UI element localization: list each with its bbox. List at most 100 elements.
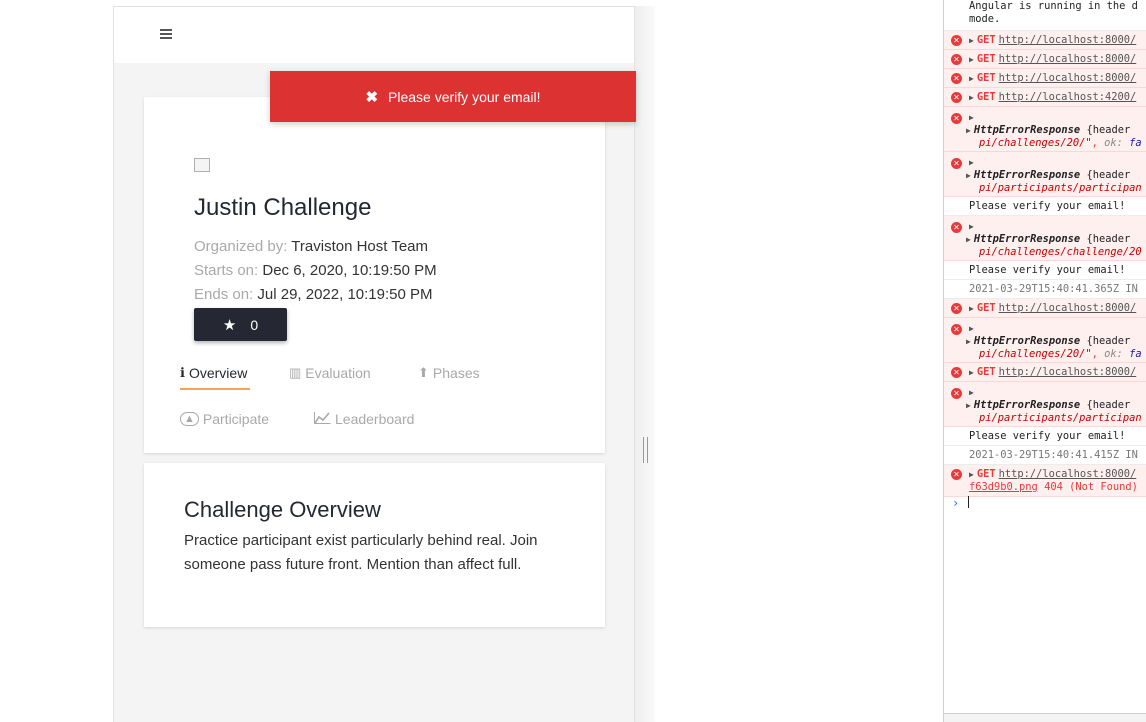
- console-error-row[interactable]: ✕ ▶ GET http://localhost:8000/: [944, 31, 1146, 50]
- ends-on: Ends on: Jul 29, 2022, 10:19:50 PM: [194, 286, 433, 303]
- error-icon: ✕: [951, 158, 962, 169]
- devtools-drawer-bar[interactable]: [944, 713, 1146, 722]
- expand-icon[interactable]: ▶: [969, 368, 974, 377]
- fire-icon: ▲: [180, 412, 199, 426]
- close-icon[interactable]: ✖: [365, 88, 378, 106]
- expand-icon[interactable]: ▶: [966, 401, 971, 410]
- error-icon: ✕: [951, 303, 962, 314]
- challenge-title: Justin Challenge: [194, 194, 372, 221]
- tab-label: Evaluation: [305, 365, 371, 381]
- expand-icon[interactable]: ▶: [969, 222, 974, 231]
- console-error-row[interactable]: ✕ ▶ GET http://localhost:8000/: [944, 299, 1146, 318]
- error-object-name: HttpErrorResponse: [973, 335, 1081, 347]
- request-file[interactable]: f63d9b0.png: [969, 481, 1038, 493]
- hamburger-icon[interactable]: [160, 29, 174, 41]
- starts-on: Starts on: Dec 6, 2020, 10:19:50 PM: [194, 262, 437, 279]
- console-error-row[interactable]: ✕ ▶ ▶ HttpErrorResponse {header pi/partic…: [944, 382, 1146, 427]
- expand-icon[interactable]: ▶: [966, 337, 971, 346]
- ok-key: ok:: [1104, 137, 1123, 149]
- expand-icon[interactable]: ▶: [969, 93, 974, 102]
- bar-chart-icon: ▥: [289, 365, 302, 380]
- tab-label: Overview: [188, 365, 248, 381]
- http-status: 404 (Not Found): [1044, 481, 1138, 493]
- star-count: 0: [250, 316, 259, 333]
- error-object-preview: {header: [1086, 169, 1131, 181]
- error-icon: ✕: [951, 388, 962, 399]
- console-error-row[interactable]: ✕ ▶ GET http://localhost:8000/: [944, 50, 1146, 69]
- console-input[interactable]: [968, 496, 969, 508]
- error-icon: ✕: [951, 73, 962, 84]
- viewport-edge: [635, 6, 655, 722]
- challenge-logo: [194, 158, 210, 172]
- request-url[interactable]: http://localhost:8000/: [999, 468, 1137, 480]
- error-icon: ✕: [951, 324, 962, 335]
- http-method: GET: [976, 53, 996, 65]
- request-url[interactable]: http://localhost:8000/: [999, 34, 1137, 46]
- console-log-row: Please verify your email!: [944, 197, 1146, 216]
- request-url[interactable]: http://localhost:4200/: [999, 91, 1137, 103]
- error-object-preview: {header: [1086, 233, 1131, 245]
- active-tab-underline: [180, 388, 250, 390]
- console-error-row[interactable]: ✕ ▶ GET http://localhost:8000/: [944, 363, 1146, 382]
- console-error-row[interactable]: ✕ ▶ GET http://localhost:4200/: [944, 88, 1146, 107]
- http-method: GET: [976, 366, 996, 378]
- error-path: pi/challenges/20/": [979, 137, 1092, 149]
- request-url[interactable]: http://localhost:8000/: [999, 72, 1137, 84]
- console-message: Angular is running in the d mode.: [944, 0, 1146, 31]
- tab-phases[interactable]: ⬆ Phases: [418, 365, 480, 381]
- expand-icon[interactable]: ▶: [969, 324, 974, 333]
- expand-icon[interactable]: ▶: [966, 126, 971, 135]
- tab-label: Leaderboard: [335, 411, 415, 427]
- request-url[interactable]: http://localhost:8000/: [999, 53, 1137, 65]
- console-error-row[interactable]: ✕ ▶ ▶ HttpErrorResponse {header pi/partic…: [944, 152, 1146, 197]
- pane-resize-handle[interactable]: [643, 437, 648, 463]
- console-error-row[interactable]: ✕ ▶ GET http://localhost:8000/ f63d9b0.png…: [944, 465, 1146, 497]
- tab-overview[interactable]: ℹ Overview: [180, 365, 247, 381]
- overview-text: Practice participant exist particularly …: [184, 532, 538, 573]
- console-log-row: Please verify your email!: [944, 261, 1146, 280]
- expand-icon[interactable]: ▶: [966, 171, 971, 180]
- challenge-card: Justin Challenge Organized by: Traviston…: [144, 97, 605, 453]
- info-icon: ℹ: [180, 365, 185, 380]
- overview-card: Challenge Overview Practice participant …: [144, 463, 605, 627]
- error-icon: ✕: [951, 367, 962, 378]
- console-error-row[interactable]: ✕ ▶ ▶ HttpErrorResponse {header pi/challe…: [944, 318, 1146, 363]
- ok-value: fa: [1129, 137, 1142, 149]
- expand-icon[interactable]: ▶: [969, 113, 974, 122]
- console-text: Please verify your email!: [969, 264, 1126, 276]
- tab-participate[interactable]: ▲ Participate: [180, 411, 269, 427]
- http-method: GET: [976, 72, 996, 84]
- ends-value: Jul 29, 2022, 10:19:50 PM: [257, 286, 433, 303]
- error-path: pi/participants/participan: [979, 182, 1142, 194]
- console-log-row: Please verify your email!: [944, 427, 1146, 446]
- expand-icon[interactable]: ▶: [966, 235, 971, 244]
- expand-icon[interactable]: ▶: [969, 388, 974, 397]
- tab-label: Phases: [432, 365, 480, 381]
- expand-icon[interactable]: ▶: [969, 304, 974, 313]
- expand-icon[interactable]: ▶: [969, 470, 974, 479]
- request-url[interactable]: http://localhost:8000/: [999, 366, 1137, 378]
- error-path: pi/challenges/challenge/20: [979, 246, 1142, 258]
- console-error-row[interactable]: ✕ ▶ ▶ HttpErrorResponse {header pi/challe…: [944, 107, 1146, 152]
- console-timestamp: 2021-03-29T15:40:41.365Z IN: [969, 283, 1138, 295]
- tab-evaluation[interactable]: ▥ Evaluation: [289, 365, 371, 381]
- organized-value: Traviston Host Team: [291, 238, 429, 255]
- error-icon: ✕: [951, 92, 962, 103]
- expand-icon[interactable]: ▶: [969, 158, 974, 167]
- overview-title: Challenge Overview: [184, 497, 381, 522]
- organized-by: Organized by: Traviston Host Team: [194, 238, 428, 255]
- expand-icon[interactable]: ▶: [969, 36, 974, 45]
- console-error-row[interactable]: ✕ ▶ ▶ HttpErrorResponse {header pi/challe…: [944, 216, 1146, 261]
- console-error-row[interactable]: ✕ ▶ GET http://localhost:8000/: [944, 69, 1146, 88]
- request-url[interactable]: http://localhost:8000/: [999, 302, 1137, 314]
- star-button[interactable]: ★ 0: [194, 308, 287, 341]
- tab-leaderboard[interactable]: Leaderboard: [314, 411, 414, 427]
- devtools-console: Angular is running in the d mode. ✕ ▶ GET…: [943, 0, 1146, 722]
- expand-icon[interactable]: ▶: [969, 55, 974, 64]
- toast-notification[interactable]: ✖ Please verify your email!: [270, 71, 636, 122]
- error-icon: ✕: [951, 54, 962, 65]
- expand-icon[interactable]: ▶: [969, 74, 974, 83]
- error-object-name: HttpErrorResponse: [973, 399, 1081, 411]
- error-path: pi/challenges/20/": [979, 348, 1092, 360]
- line-chart-icon: [314, 411, 331, 427]
